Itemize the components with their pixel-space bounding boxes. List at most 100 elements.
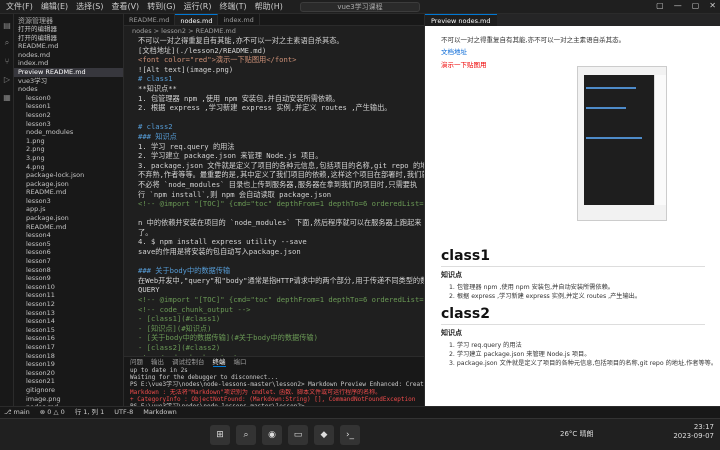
tree-item[interactable]: app.js: [14, 205, 123, 214]
tree-item[interactable]: lesson1: [14, 102, 123, 111]
minimize-button[interactable]: —: [674, 1, 682, 10]
tree-item[interactable]: nodes.md: [14, 51, 123, 60]
menu-go[interactable]: 转到(G): [147, 1, 175, 12]
tree-item[interactable]: lesson18: [14, 352, 123, 361]
browser-icon[interactable]: ◉: [262, 425, 282, 445]
tab-index[interactable]: index.md: [218, 14, 260, 25]
breadcrumb[interactable]: nodes > lesson2 > README.md: [124, 26, 424, 36]
tree-item[interactable]: 4.png: [14, 163, 123, 172]
weather-widget[interactable]: 26°C 晴朗: [560, 429, 594, 439]
tree-item[interactable]: 3.png: [14, 154, 123, 163]
code-line: - [class1](#class1): [138, 314, 221, 324]
search-icon[interactable]: ⌕: [236, 425, 256, 445]
tree-item[interactable]: lesson15: [14, 326, 123, 335]
tree-item[interactable]: index.md: [14, 59, 123, 68]
watermark: 稀土掘金技术社区: [590, 390, 678, 403]
code-line: 4. $ npm install express utility --save: [138, 237, 307, 247]
panel-tab-problems[interactable]: 问题: [130, 357, 143, 367]
extensions-icon[interactable]: ▦: [0, 90, 14, 104]
start-icon[interactable]: ⊞: [210, 425, 230, 445]
tree-item[interactable]: lesson3: [14, 120, 123, 129]
tree-item[interactable]: lesson5: [14, 240, 123, 249]
close-button[interactable]: ✕: [709, 1, 716, 10]
preview-doc-link[interactable]: 文档地址: [425, 44, 720, 58]
tree-item[interactable]: lesson17: [14, 343, 123, 352]
tree-item[interactable]: lesson7: [14, 257, 123, 266]
tree-item[interactable]: lesson13: [14, 309, 123, 318]
tree-item[interactable]: lesson16: [14, 334, 123, 343]
menu-file[interactable]: 文件(F): [6, 1, 33, 12]
preview-heading-class1: class1: [441, 248, 705, 267]
tree-item[interactable]: vue3学习: [14, 77, 123, 86]
tree-item[interactable]: lesson19: [14, 360, 123, 369]
code-line: n 中的依赖并安装在项目的 `node_modules` 下面,然后程序就可以在…: [138, 218, 422, 228]
tree-item[interactable]: package.json: [14, 214, 123, 223]
menu-terminal[interactable]: 终端(T): [219, 1, 246, 12]
vscode-icon[interactable]: ◆: [314, 425, 334, 445]
tree-item[interactable]: node_modules: [14, 128, 123, 137]
tree-item[interactable]: nodes: [14, 85, 123, 94]
tree-item[interactable]: lesson8: [14, 266, 123, 275]
code-editor[interactable]: 不可以一对之得重复自有其能,亦不可以一对之主素语自杀其态。 [文档地址](./le…: [124, 36, 424, 356]
folder-icon[interactable]: ▭: [288, 425, 308, 445]
status-encoding[interactable]: UTF-8: [114, 407, 133, 418]
tree-item[interactable]: lesson21: [14, 377, 123, 386]
panel-tab-debug[interactable]: 调试控制台: [172, 357, 205, 367]
status-cursor[interactable]: 行 1, 列 1: [75, 407, 105, 418]
tree-item[interactable]: 打开的编辑器: [14, 25, 123, 34]
code-line: ![Alt text](image.png): [138, 64, 234, 74]
panel-tab-terminal[interactable]: 终端: [212, 357, 226, 367]
tree-item[interactable]: package-lock.json: [14, 171, 123, 180]
status-language[interactable]: Markdown: [143, 407, 177, 418]
menu-edit[interactable]: 编辑(E): [41, 1, 68, 12]
panel-tab-output[interactable]: 输出: [151, 357, 164, 367]
preview-lead: 不可以一对之得重复自有其能,亦不可以一对之主素语自杀其态。: [441, 36, 626, 44]
panel-tab-ports[interactable]: 端口: [234, 357, 247, 367]
image-line: [586, 107, 626, 109]
tree-item[interactable]: lesson4: [14, 231, 123, 240]
layout-icon[interactable]: ▢: [656, 1, 664, 10]
tree-item[interactable]: 打开的编辑器: [14, 34, 123, 43]
terminal-output[interactable]: up to date in 2s Waiting for the debugger…: [124, 367, 424, 410]
system-clock[interactable]: 23:17 2023-09-07: [673, 423, 714, 441]
menu-run[interactable]: 运行(R): [184, 1, 212, 12]
tree-item[interactable]: Preview README.md: [14, 67, 123, 77]
tree-item[interactable]: lesson11: [14, 291, 123, 300]
tree-item[interactable]: image.png: [14, 395, 123, 404]
tab-readme[interactable]: README.md: [124, 14, 176, 25]
code-line: <!-- code_chunk_output -->: [138, 304, 251, 314]
tree-item[interactable]: lesson9: [14, 274, 123, 283]
tree-item[interactable]: lesson6: [14, 248, 123, 257]
menu-help[interactable]: 帮助(H): [255, 1, 283, 12]
tree-item[interactable]: lesson2: [14, 111, 123, 120]
tree-item[interactable]: lesson0: [14, 94, 123, 103]
menu-view[interactable]: 查看(V): [111, 1, 139, 12]
debug-icon[interactable]: ▷: [0, 72, 14, 86]
tree-item[interactable]: gitignore: [14, 386, 123, 395]
status-branch[interactable]: ⎇ main: [4, 407, 30, 418]
tree-item[interactable]: lesson10: [14, 283, 123, 292]
menu-selection[interactable]: 选择(S): [76, 1, 103, 12]
tab-nodes[interactable]: nodes.md: [175, 14, 219, 25]
tree-item[interactable]: 2.png: [14, 145, 123, 154]
maximize-button[interactable]: ▢: [692, 1, 700, 10]
tree-item[interactable]: README.md: [14, 188, 123, 197]
files-icon[interactable]: ▤: [0, 18, 14, 32]
terminal-icon[interactable]: ›_: [340, 425, 360, 445]
command-center-search[interactable]: vue3学习课程: [300, 2, 420, 12]
tab-preview[interactable]: Preview nodes.md: [425, 14, 497, 26]
tree-item[interactable]: lesson20: [14, 369, 123, 378]
tree-item[interactable]: 1.png: [14, 137, 123, 146]
tree-item[interactable]: lesson3: [14, 197, 123, 206]
tree-item[interactable]: lesson14: [14, 317, 123, 326]
tree-item[interactable]: package.json: [14, 180, 123, 189]
code-line: 不可以一对之得重复自有其能,亦不可以一对之主素语自杀其态。: [138, 36, 344, 45]
clock-date: 2023-09-07: [673, 432, 714, 440]
status-problems[interactable]: ⊗ 0 △ 0: [40, 407, 65, 418]
source-control-icon[interactable]: ⑂: [0, 54, 14, 68]
tree-item[interactable]: README.md: [14, 223, 123, 232]
tree-item[interactable]: lesson12: [14, 300, 123, 309]
tree-item[interactable]: README.md: [14, 42, 123, 51]
search-icon[interactable]: ⌕: [0, 36, 14, 50]
